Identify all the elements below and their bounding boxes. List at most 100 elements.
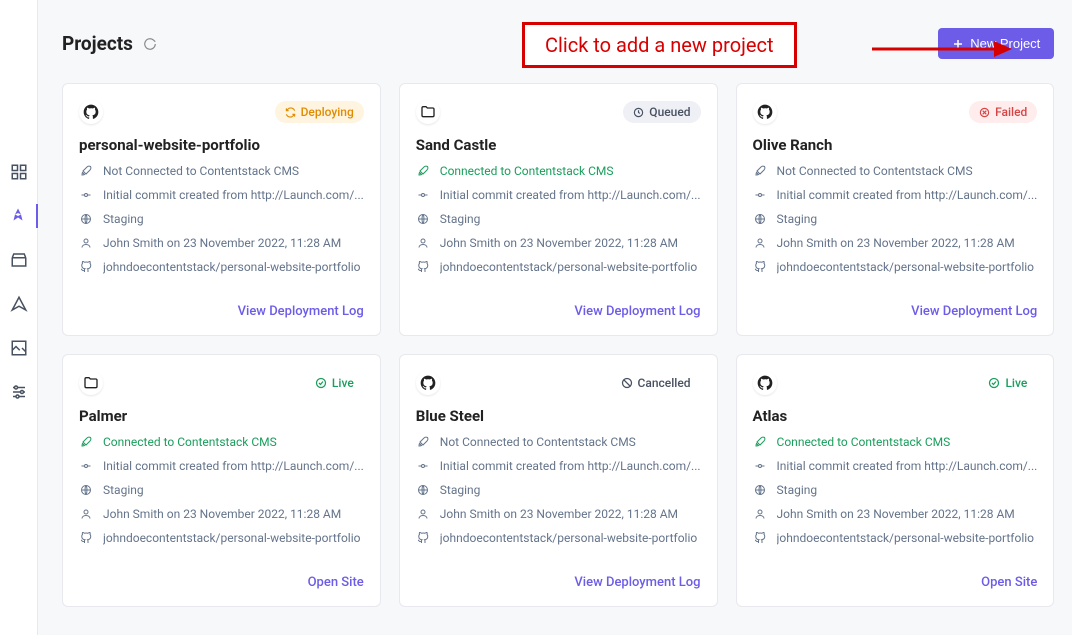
- status-label: Failed: [995, 105, 1027, 119]
- project-title: Blue Steel: [416, 407, 701, 425]
- card-action-link[interactable]: View Deployment Log: [911, 304, 1037, 319]
- repo-icon: [79, 260, 93, 274]
- status-badge: Queued: [623, 101, 700, 123]
- project-title: Olive Ranch: [753, 136, 1038, 154]
- github-icon: [416, 371, 440, 395]
- status-label: Queued: [649, 105, 690, 119]
- commit-text: Initial commit created from http://Launc…: [777, 459, 1038, 473]
- connection-label: Connected to Contentstack CMS: [777, 435, 951, 449]
- repo-text: johndoecontentstack/personal-website-por…: [777, 531, 1034, 545]
- commit-icon: [753, 188, 767, 202]
- globe-icon: [79, 483, 93, 497]
- repo-text: johndoecontentstack/personal-website-por…: [103, 260, 360, 274]
- repo-icon: [753, 260, 767, 274]
- author-text: John Smith on 23 November 2022, 11:28 AM: [103, 236, 341, 250]
- repo-icon: [416, 260, 430, 274]
- sidebar: [0, 0, 38, 635]
- file-icon: [416, 100, 440, 124]
- rocket-icon: [79, 164, 93, 178]
- author-text: John Smith on 23 November 2022, 11:28 AM: [777, 236, 1015, 250]
- project-card[interactable]: Cancelled Blue Steel Not Connected to Co…: [399, 354, 718, 607]
- globe-icon: [79, 212, 93, 226]
- globe-icon: [753, 212, 767, 226]
- author-text: John Smith on 23 November 2022, 11:28 AM: [103, 507, 341, 521]
- commit-text: Initial commit created from http://Launc…: [103, 459, 364, 473]
- commit-text: Initial commit created from http://Launc…: [440, 188, 701, 202]
- header: Projects Click to add a new project New …: [62, 28, 1054, 59]
- status-icon: [633, 107, 644, 118]
- file-icon: [79, 371, 103, 395]
- status-badge: Live: [978, 372, 1037, 394]
- repo-text: johndoecontentstack/personal-website-por…: [103, 531, 360, 545]
- project-title: Palmer: [79, 407, 364, 425]
- project-title: Sand Castle: [416, 136, 701, 154]
- status-badge: Deploying: [275, 101, 364, 123]
- project-card[interactable]: Live Atlas Connected to Contentstack CMS…: [736, 354, 1055, 607]
- project-card[interactable]: Live Palmer Connected to Contentstack CM…: [62, 354, 381, 607]
- env-text: Staging: [777, 483, 818, 497]
- status-label: Live: [1005, 376, 1027, 390]
- repo-icon: [753, 531, 767, 545]
- project-card[interactable]: Queued Sand Castle Connected to Contents…: [399, 83, 718, 336]
- commit-text: Initial commit created from http://Launc…: [440, 459, 701, 473]
- status-icon: [979, 107, 990, 118]
- repo-text: johndoecontentstack/personal-website-por…: [777, 260, 1034, 274]
- commit-icon: [416, 188, 430, 202]
- sidebar-item-automation[interactable]: [7, 292, 31, 316]
- sidebar-item-settings[interactable]: [7, 380, 31, 404]
- card-action-link[interactable]: View Deployment Log: [574, 304, 700, 319]
- page-title: Projects: [62, 32, 133, 55]
- annotation-callout: Click to add a new project: [522, 22, 797, 68]
- globe-icon: [416, 212, 430, 226]
- main: Projects Click to add a new project New …: [38, 0, 1072, 635]
- sidebar-item-marketplace[interactable]: [7, 248, 31, 272]
- github-icon: [753, 371, 777, 395]
- sidebar-item-apps[interactable]: [7, 160, 31, 184]
- project-grid: Deploying personal-website-portfolio Not…: [62, 83, 1054, 607]
- globe-icon: [753, 483, 767, 497]
- status-icon: [988, 377, 1000, 389]
- env-text: Staging: [103, 212, 144, 226]
- connection-label: Connected to Contentstack CMS: [103, 435, 277, 449]
- repo-icon: [79, 531, 93, 545]
- rocket-icon: [416, 164, 430, 178]
- sidebar-item-launch[interactable]: [0, 204, 38, 228]
- status-label: Cancelled: [638, 376, 691, 390]
- status-icon: [285, 107, 296, 118]
- author-text: John Smith on 23 November 2022, 11:28 AM: [440, 236, 678, 250]
- card-action-link[interactable]: View Deployment Log: [238, 304, 364, 319]
- repo-text: johndoecontentstack/personal-website-por…: [440, 260, 697, 274]
- status-icon: [315, 377, 327, 389]
- commit-text: Initial commit created from http://Launc…: [103, 188, 364, 202]
- commit-icon: [79, 188, 93, 202]
- connection-label: Connected to Contentstack CMS: [440, 164, 614, 178]
- env-text: Staging: [103, 483, 144, 497]
- status-badge: Cancelled: [611, 372, 701, 394]
- user-icon: [416, 507, 430, 521]
- github-icon: [753, 100, 777, 124]
- card-action-link[interactable]: Open Site: [981, 575, 1037, 590]
- card-action-link[interactable]: View Deployment Log: [574, 575, 700, 590]
- author-text: John Smith on 23 November 2022, 11:28 AM: [440, 507, 678, 521]
- project-card[interactable]: Deploying personal-website-portfolio Not…: [62, 83, 381, 336]
- commit-icon: [79, 459, 93, 473]
- status-icon: [621, 377, 633, 389]
- sidebar-item-assets[interactable]: [7, 336, 31, 360]
- github-icon: [79, 100, 103, 124]
- connection-label: Not Connected to Contentstack CMS: [777, 164, 973, 178]
- globe-icon: [416, 483, 430, 497]
- project-title: personal-website-portfolio: [79, 136, 364, 154]
- refresh-icon[interactable]: [143, 37, 157, 51]
- status-label: Live: [332, 376, 354, 390]
- annotation-text: Click to add a new project: [545, 33, 774, 57]
- project-card[interactable]: Failed Olive Ranch Not Connected to Cont…: [736, 83, 1055, 336]
- repo-text: johndoecontentstack/personal-website-por…: [440, 531, 697, 545]
- user-icon: [753, 236, 767, 250]
- user-icon: [753, 507, 767, 521]
- rocket-icon: [753, 435, 767, 449]
- commit-icon: [416, 459, 430, 473]
- rocket-icon: [79, 435, 93, 449]
- env-text: Staging: [777, 212, 818, 226]
- card-action-link[interactable]: Open Site: [308, 575, 364, 590]
- author-text: John Smith on 23 November 2022, 11:28 AM: [777, 507, 1015, 521]
